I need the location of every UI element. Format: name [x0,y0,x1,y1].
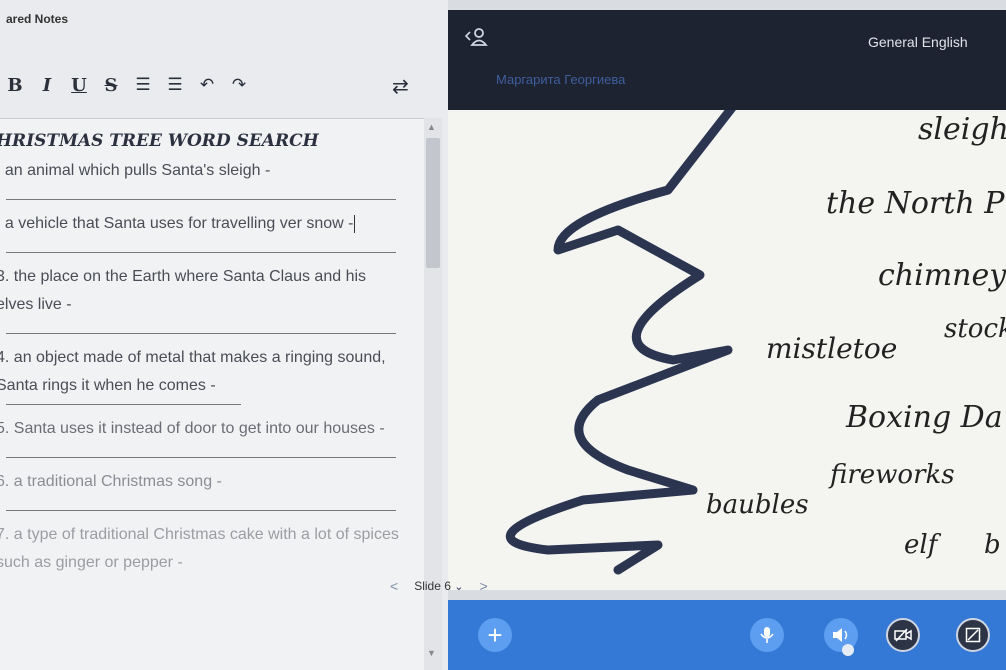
camera-button[interactable] [886,618,920,652]
presentation-slide: sleigh the North P chimney stock mistlet… [448,110,1006,590]
user-list-toggle-icon[interactable] [464,24,492,52]
notes-editor[interactable]: HRISTMAS TREE WORD SEARCH . an animal wh… [0,118,424,670]
underline-button[interactable]: U [64,75,94,96]
microphone-icon [760,627,774,643]
slide-word-sleigh: sleigh [918,112,1006,147]
slide-word-stocking: stock [944,314,1006,344]
presentation-header: Маргарита Георгиева General English [448,10,1006,110]
slide-word-fireworks: fireworks [830,460,955,490]
slide-word-boxing-day: Boxing Da [846,400,1003,435]
chevron-down-icon[interactable]: ⌄ [454,581,463,593]
camera-off-icon [894,628,912,642]
question-2: . a vehicle that Santa uses for travelli… [0,210,406,238]
question-5: 5. Santa uses it instead of door to get … [0,420,385,437]
answer-line [6,199,396,200]
screen-share-off-icon [965,627,981,643]
italic-button[interactable]: I [32,75,62,96]
text-cursor [353,214,355,233]
undo-icon[interactable]: ↶ [192,75,222,95]
document-title: HRISTMAS TREE WORD SEARCH [0,131,319,151]
slide-word-partial: b [984,530,1001,560]
answer-line [6,252,396,253]
speaker-icon [833,628,848,642]
scroll-up-icon[interactable]: ▲ [427,122,436,132]
notes-toolbar: B I U S ☰ ☰ ↶ ↷ [0,70,420,100]
slide-word-north-pole: the North P [826,186,1005,221]
answer-line [6,510,396,511]
question-1: . an animal which pulls Santa's sleigh - [0,162,271,179]
ordered-list-icon[interactable]: ☰ [128,75,158,95]
actions-plus-button[interactable]: + [478,618,512,652]
microphone-button[interactable] [750,618,784,652]
question-6: 6. a traditional Christmas song - [0,473,222,490]
bottom-action-bar: + [448,600,1006,670]
notes-title: ared Notes [6,12,69,26]
session-title: General English [868,34,968,50]
slide-word-chimney: chimney [878,258,1006,293]
answer-line [6,404,241,405]
question-3: 3. the place on the Earth where Santa Cl… [0,268,367,313]
slide-navigation: < Slide 6 ⌄ > [390,578,488,594]
slide-label: Slide 6 [414,579,451,593]
scroll-down-icon[interactable]: ▼ [427,648,436,658]
previous-slide-button[interactable]: < [390,578,398,594]
answer-line [6,333,396,334]
slide-word-baubles: baubles [706,490,809,520]
scroll-thumb[interactable] [426,138,440,268]
question-2-text: . a vehicle that Santa uses for travelli… [0,215,354,232]
redo-icon[interactable]: ↷ [224,75,254,95]
question-7: 7. a type of traditional Christmas cake … [0,526,399,571]
bullet-list-icon[interactable]: ☰ [160,75,190,95]
strikethrough-button[interactable]: S [96,75,126,96]
slide-word-mistletoe: mistletoe [766,332,898,365]
bold-button[interactable]: B [0,75,30,96]
answer-line [6,457,396,458]
screen-share-button[interactable] [956,618,990,652]
slide-word-elf: elf [904,530,938,560]
swap-icon[interactable]: ⇄ [392,74,409,99]
slide-selector[interactable]: Slide 6 ⌄ [414,579,463,593]
next-slide-button[interactable]: > [479,578,487,594]
question-4: 4. an object made of metal that makes a … [0,349,386,394]
audio-status-dot [842,644,854,656]
presenter-name: Маргарита Георгиева [496,72,626,87]
shared-notes-panel: ared Notes B I U S ☰ ☰ ↶ ↷ ⇄ HRISTMAS TR… [0,0,448,670]
